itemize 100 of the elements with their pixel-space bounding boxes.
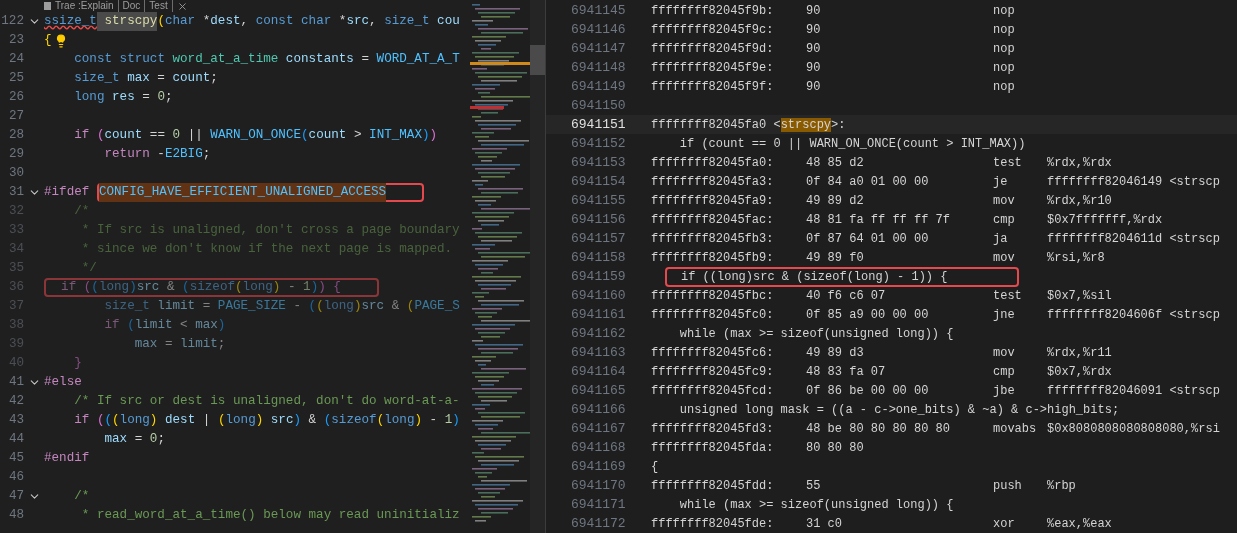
bytes-text: 49 89 f0 xyxy=(806,249,865,267)
bytes-text: 48 81 fa ff ff ff 7f xyxy=(806,211,952,229)
code-token: ( xyxy=(95,412,105,430)
operands-text: %rdx,%rdx xyxy=(1047,154,1112,172)
code-token: 0 xyxy=(156,89,165,107)
bytes-text: 0f 86 be 00 00 00 xyxy=(806,382,930,400)
mnemonic-text: jne xyxy=(993,306,1016,324)
bytes-text: 90 xyxy=(806,2,822,20)
code-token: ) xyxy=(452,412,460,430)
code-token: 0 xyxy=(148,431,158,449)
address-text: ffffffff82045fac: xyxy=(651,211,775,229)
line-number: 6941159 xyxy=(570,267,627,286)
operands-text: $0x7,%sil xyxy=(1047,287,1112,305)
bytes-text: 90 xyxy=(806,78,822,96)
scrollbar-track[interactable] xyxy=(530,0,546,533)
address-text: ffffffff82045fa9: xyxy=(651,192,775,210)
code-token: sizeof xyxy=(331,412,377,430)
line-number: 26 xyxy=(7,89,24,107)
line-number: 48 xyxy=(7,507,24,525)
bytes-text: 0f 87 64 01 00 00 xyxy=(806,230,930,248)
code-token: & xyxy=(390,298,400,316)
scrollbar-thumb[interactable] xyxy=(530,45,545,75)
operands-text: ffffffff82046091 <strscp xyxy=(1047,382,1220,400)
code-token: sizeof xyxy=(189,279,235,297)
address-text: ffffffff82045f9e: xyxy=(651,59,775,77)
code-token: ) xyxy=(422,127,430,145)
address-text: ffffffff82045fa3: xyxy=(651,173,775,191)
operands-text: %rsi,%r8 xyxy=(1047,249,1105,267)
line-number: 122 xyxy=(0,13,24,31)
line-number: 29 xyxy=(7,146,24,164)
code-token: size_t xyxy=(103,298,150,316)
code-token: ) xyxy=(255,412,264,430)
bytes-text: 90 xyxy=(806,21,822,39)
source-line: while (max >= sizeof(unsigned long)) { xyxy=(678,496,954,514)
mnemonic-text: xor xyxy=(993,515,1016,533)
code-token: */ xyxy=(80,260,97,278)
code-token: 1 xyxy=(302,279,311,297)
code-token: = xyxy=(163,336,173,354)
address-text: ffffffff82045fc0: xyxy=(651,306,775,324)
code-token: max xyxy=(194,317,218,335)
line-number: 6941155 xyxy=(570,191,627,210)
operands-text: $0x8080808080808080,%rsi xyxy=(1047,420,1220,438)
line-number: 6941165 xyxy=(570,381,627,400)
line-number: 6941172 xyxy=(570,514,627,533)
address-text: ffffffff82045fda: xyxy=(651,439,775,457)
operands-text: %eax,%eax xyxy=(1047,515,1112,533)
line-number: 6941157 xyxy=(570,229,627,248)
code-token: - xyxy=(156,146,165,164)
code-token: CONFIG_HAVE_EFFICIENT_UNALIGNED_ACCESS xyxy=(98,183,387,202)
code-token: word_at_a_time xyxy=(171,51,279,69)
code-token: /* xyxy=(73,203,90,221)
line-number: 47 xyxy=(7,488,24,506)
document-icon xyxy=(44,2,51,10)
bytes-text: 48 85 d2 xyxy=(806,154,865,172)
mnemonic-text: ja xyxy=(993,230,1009,248)
code-token: ; xyxy=(157,431,165,449)
code-token: strscpy xyxy=(96,12,158,31)
code-token: , xyxy=(240,13,249,31)
line-number: 6941154 xyxy=(570,172,627,191)
line-number: 6941147 xyxy=(570,39,627,58)
code-token: count xyxy=(104,127,143,145)
code-token: PAGE_S xyxy=(414,298,460,316)
line-number: 6941169 xyxy=(570,457,627,476)
code-token: & xyxy=(307,412,317,430)
close-icon[interactable] xyxy=(176,0,188,12)
code-token: ) xyxy=(318,279,326,297)
code-token: struct xyxy=(118,51,165,69)
code-token: src xyxy=(269,412,294,430)
address-text: ffffffff82045fde: xyxy=(651,515,775,533)
code-token: ( xyxy=(126,317,135,335)
line-number: 6941163 xyxy=(570,343,627,362)
code-token: > xyxy=(352,127,362,145)
code-token: long xyxy=(242,279,273,297)
source-line: { xyxy=(651,458,659,476)
code-token: src xyxy=(136,279,160,297)
operands-text: %rbp xyxy=(1047,477,1076,495)
line-number: 6941168 xyxy=(570,438,627,457)
source-line: while (max >= sizeof(unsigned long)) { xyxy=(678,325,954,343)
line-number: 31 xyxy=(7,184,24,202)
code-token: char xyxy=(300,13,332,31)
code-token: max xyxy=(103,431,128,449)
code-token: res xyxy=(111,89,135,107)
line-number: 23 xyxy=(7,32,24,50)
line-number: 6941171 xyxy=(570,495,627,514)
code-token: char xyxy=(164,13,196,31)
operands-text: $0x7fffffff,%rdx xyxy=(1047,211,1163,229)
bytes-text: 90 xyxy=(806,40,822,58)
code-token: ( xyxy=(235,279,243,297)
line-number: 25 xyxy=(7,70,24,88)
line-number: 6941160 xyxy=(570,286,627,305)
code-token: ( xyxy=(95,127,105,145)
address-text: ffffffff82045f9c: xyxy=(651,21,775,39)
code-token: if xyxy=(73,127,90,145)
line-number: 46 xyxy=(7,469,24,487)
mnemonic-text: test xyxy=(993,154,1023,172)
bytes-text: 90 xyxy=(806,59,822,77)
code-token: ) xyxy=(217,317,226,335)
symbol-label: ffffffff82045fa0 <strscpy>: xyxy=(651,116,846,134)
address-text: ffffffff82045fcd: xyxy=(651,382,775,400)
mnemonic-text: nop xyxy=(993,59,1016,77)
